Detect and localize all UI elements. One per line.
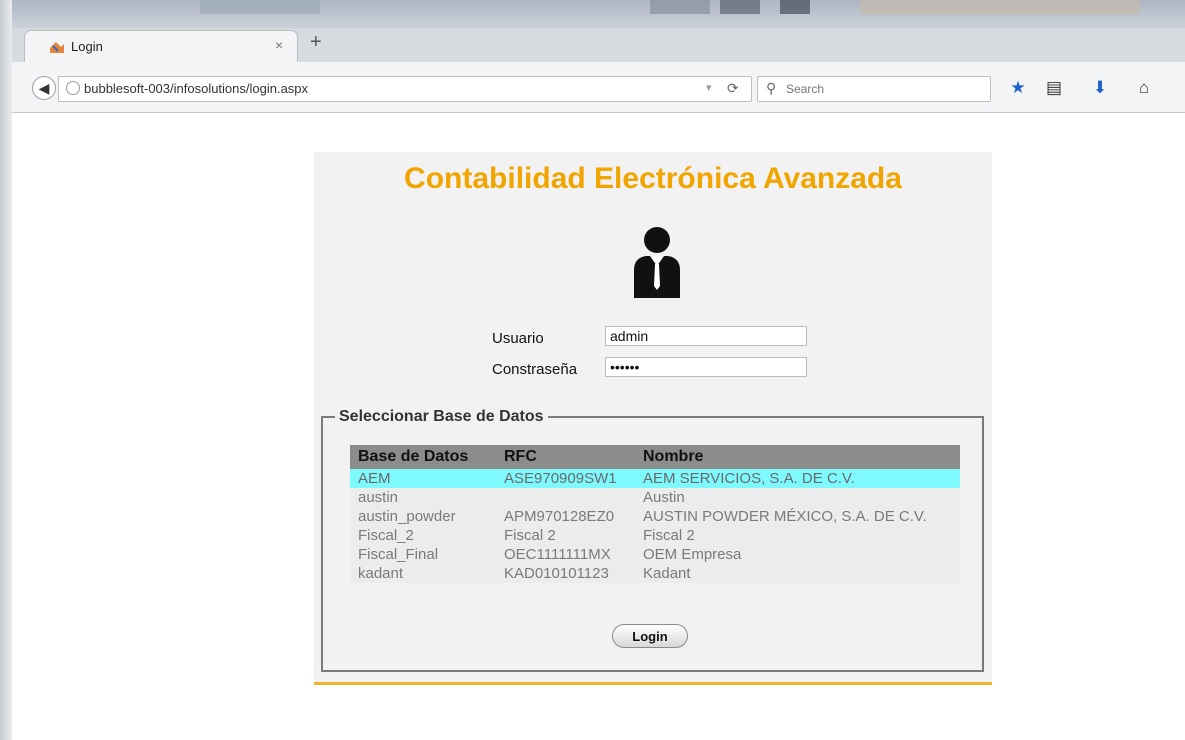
bookmark-star-icon[interactable]: ★ (1008, 78, 1028, 98)
username-input[interactable] (605, 326, 807, 346)
cell-rfc: KAD010101123 (496, 564, 635, 583)
reload-icon[interactable]: ⟳ (727, 80, 739, 97)
login-button[interactable]: Login (612, 624, 688, 648)
cell-name: Fiscal 2 (635, 526, 960, 545)
url-text[interactable]: bubblesoft-003/infosolutions/login.aspx (84, 81, 308, 96)
table-row[interactable]: AEM ASE970909SW1 AEM SERVICIOS, S.A. DE … (350, 469, 960, 488)
search-icon[interactable]: ⚲ (766, 80, 776, 97)
site-identity-icon[interactable] (66, 81, 80, 95)
tab-favicon-icon (50, 42, 64, 53)
cell-name: OEM Empresa (635, 545, 960, 564)
cell-rfc: ASE970909SW1 (496, 469, 635, 488)
table-row[interactable]: kadant KAD010101123 Kadant (350, 564, 960, 583)
user-icon (634, 227, 680, 298)
home-icon[interactable]: ⌂ (1134, 78, 1154, 98)
tab-login[interactable]: Login × (24, 30, 298, 64)
table-row[interactable]: austin_powder APM970128EZ0 AUSTIN POWDER… (350, 507, 960, 526)
column-header-rfc: RFC (496, 445, 635, 469)
table-row[interactable]: Fiscal_Final OEC1111111MX OEM Empresa (350, 545, 960, 564)
cell-name: Austin (635, 488, 960, 507)
tab-title: Login (71, 39, 103, 54)
back-arrow-icon[interactable]: ◀ (32, 76, 56, 100)
cell-name: Kadant (635, 564, 960, 583)
history-dropdown-icon[interactable]: ▾ (706, 81, 712, 94)
search-box[interactable]: ⚲ (757, 76, 991, 102)
tab-close-icon[interactable]: × (275, 37, 283, 53)
cell-rfc (496, 488, 635, 507)
password-input[interactable] (605, 357, 807, 377)
search-input[interactable] (784, 80, 978, 98)
password-label: Constraseña (492, 361, 578, 378)
window-frame (0, 0, 12, 740)
address-bar[interactable]: bubblesoft-003/infosolutions/login.aspx … (58, 76, 752, 102)
cell-database: Fiscal_2 (350, 526, 496, 545)
table-row[interactable]: austin Austin (350, 488, 960, 507)
column-header-name: Nombre (635, 445, 960, 469)
cell-database: Fiscal_Final (350, 545, 496, 564)
download-icon[interactable]: ⬇ (1090, 78, 1110, 98)
cell-rfc: APM970128EZ0 (496, 507, 635, 526)
page-title: Contabilidad Electrónica Avanzada (404, 162, 902, 195)
cell-name: AUSTIN POWDER MÉXICO, S.A. DE C.V. (635, 507, 960, 526)
login-panel: Contabilidad Electrónica Avanzada Usuari… (314, 152, 992, 685)
table-header-row: Base de Datos RFC Nombre (350, 445, 960, 469)
new-tab-button[interactable]: + (310, 31, 322, 54)
cell-name: AEM SERVICIOS, S.A. DE C.V. (635, 469, 960, 488)
cell-database: AEM (350, 469, 496, 488)
database-group-title: Seleccionar Base de Datos (339, 408, 544, 425)
cell-database: austin (350, 488, 496, 507)
column-header-database: Base de Datos (350, 445, 496, 469)
username-label: Usuario (492, 330, 544, 347)
cell-rfc: OEC1111111MX (496, 545, 635, 564)
table-row[interactable]: Fiscal_2 Fiscal 2 Fiscal 2 (350, 526, 960, 545)
cell-database: austin_powder (350, 507, 496, 526)
reading-list-icon[interactable]: ▤ (1044, 78, 1064, 98)
cell-rfc: Fiscal 2 (496, 526, 635, 545)
database-table: Base de Datos RFC Nombre AEM ASE970909SW… (350, 445, 960, 583)
cell-database: kadant (350, 564, 496, 583)
